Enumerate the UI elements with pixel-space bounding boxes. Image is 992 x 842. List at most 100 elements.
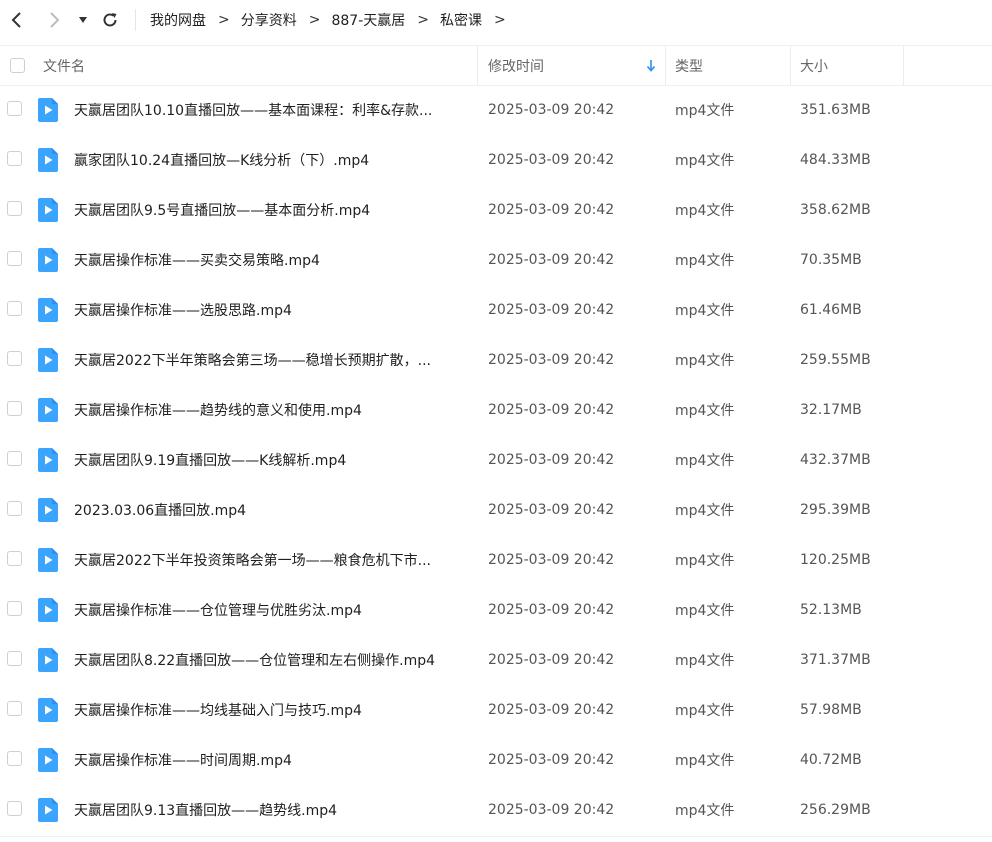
- file-modified-time: 2025-03-09 20:42: [488, 302, 615, 318]
- video-file-icon: [38, 698, 58, 722]
- video-file-icon: [38, 548, 58, 572]
- file-type: mp4文件: [675, 253, 735, 269]
- column-divider[interactable]: [790, 46, 791, 85]
- file-modified-time: 2025-03-09 20:42: [488, 602, 615, 618]
- file-type: mp4文件: [675, 653, 735, 669]
- file-row[interactable]: 天赢居团队8.22直播回放——仓位管理和左右侧操作.mp4 2025-03-09 …: [0, 635, 992, 685]
- file-type: mp4文件: [675, 553, 735, 569]
- file-modified-time: 2025-03-09 20:42: [488, 802, 615, 818]
- breadcrumb: 我的网盘 > 分享资料 > 887-天赢居 > 私密课 >: [150, 0, 517, 40]
- column-divider[interactable]: [903, 46, 904, 85]
- file-name[interactable]: 天赢居团队9.19直播回放——K线解析.mp4: [74, 435, 466, 485]
- file-row[interactable]: 天赢居操作标准——时间周期.mp4 2025-03-09 20:42 mp4文件 40…: [0, 735, 992, 785]
- file-name[interactable]: 天赢居操作标准——选股思路.mp4: [74, 285, 466, 335]
- file-row[interactable]: 天赢居操作标准——仓位管理与优胜劣汰.mp4 2025-03-09 20:42 mp…: [0, 585, 992, 635]
- file-name[interactable]: 天赢居2022下半年策略会第三场——稳增长预期扩散，...: [74, 335, 466, 385]
- column-header-type[interactable]: 类型: [675, 46, 703, 85]
- row-checkbox[interactable]: [7, 251, 22, 266]
- breadcrumb-item-folder[interactable]: 887-天赢居: [331, 10, 405, 30]
- file-name[interactable]: 天赢居操作标准——时间周期.mp4: [74, 735, 466, 785]
- breadcrumb-separator: >: [417, 12, 429, 28]
- refresh-button[interactable]: [99, 8, 121, 32]
- file-row[interactable]: 赢家团队10.24直播回放—K线分析（下）.mp4 2025-03-09 20:4…: [0, 135, 992, 185]
- file-size: 484.33MB: [800, 152, 871, 168]
- file-row[interactable]: 天赢居2022下半年投资策略会第一场——粮食危机下市... 2025-03-09 …: [0, 535, 992, 585]
- video-file-icon: [38, 448, 58, 472]
- column-divider[interactable]: [477, 46, 478, 85]
- row-checkbox[interactable]: [7, 201, 22, 216]
- row-checkbox[interactable]: [7, 651, 22, 666]
- file-type: mp4文件: [675, 603, 735, 619]
- select-all-checkbox-wrap: [10, 46, 25, 85]
- file-name[interactable]: 天赢居2022下半年投资策略会第一场——粮食危机下市...: [74, 535, 466, 585]
- file-list: 天赢居团队10.10直播回放——基本面课程：利率&存款... 2025-03-09…: [0, 85, 992, 835]
- column-header-modified[interactable]: 修改时间: [488, 46, 544, 85]
- file-row[interactable]: 天赢居操作标准——选股思路.mp4 2025-03-09 20:42 mp4文件 61…: [0, 285, 992, 335]
- breadcrumb-item-current[interactable]: 私密课: [440, 10, 482, 30]
- video-file-icon: [38, 248, 58, 272]
- select-all-checkbox[interactable]: [10, 58, 25, 73]
- row-checkbox[interactable]: [7, 701, 22, 716]
- breadcrumb-separator: >: [218, 12, 230, 28]
- row-checkbox[interactable]: [7, 551, 22, 566]
- video-file-icon: [38, 648, 58, 672]
- column-divider[interactable]: [665, 46, 666, 85]
- back-button[interactable]: [5, 8, 27, 32]
- file-type: mp4文件: [675, 703, 735, 719]
- video-file-icon: [38, 598, 58, 622]
- file-size: 61.46MB: [800, 302, 862, 318]
- file-row[interactable]: 天赢居操作标准——买卖交易策略.mp4 2025-03-09 20:42 mp4文件…: [0, 235, 992, 285]
- file-name[interactable]: 天赢居团队8.22直播回放——仓位管理和左右侧操作.mp4: [74, 635, 466, 685]
- file-name[interactable]: 天赢居操作标准——均线基础入门与技巧.mp4: [74, 685, 466, 735]
- row-checkbox[interactable]: [7, 101, 22, 116]
- row-checkbox[interactable]: [7, 401, 22, 416]
- row-checkbox[interactable]: [7, 351, 22, 366]
- video-file-icon: [38, 298, 58, 322]
- row-checkbox[interactable]: [7, 601, 22, 616]
- breadcrumb-item-shared[interactable]: 分享资料: [241, 10, 297, 30]
- column-header-size[interactable]: 大小: [800, 46, 828, 85]
- file-size: 57.98MB: [800, 702, 862, 718]
- file-name[interactable]: 天赢居操作标准——趋势线的意义和使用.mp4: [74, 385, 466, 435]
- file-row[interactable]: 天赢居团队9.5号直播回放——基本面分析.mp4 2025-03-09 20:42…: [0, 185, 992, 235]
- file-modified-time: 2025-03-09 20:42: [488, 352, 615, 368]
- row-checkbox[interactable]: [7, 801, 22, 816]
- row-checkbox[interactable]: [7, 301, 22, 316]
- file-size: 295.39MB: [800, 502, 871, 518]
- file-row[interactable]: 天赢居团队9.19直播回放——K线解析.mp4 2025-03-09 20:42 m…: [0, 435, 992, 485]
- chevron-left-icon: [11, 12, 21, 28]
- row-checkbox[interactable]: [7, 451, 22, 466]
- file-name[interactable]: 天赢居操作标准——仓位管理与优胜劣汰.mp4: [74, 585, 466, 635]
- file-row[interactable]: 2023.03.06直播回放.mp4 2025-03-09 20:42 mp4文件 2…: [0, 485, 992, 535]
- file-name[interactable]: 天赢居操作标准——买卖交易策略.mp4: [74, 235, 466, 285]
- sort-desc-icon[interactable]: [646, 46, 656, 85]
- file-row[interactable]: 天赢居团队10.10直播回放——基本面课程：利率&存款... 2025-03-09…: [0, 85, 992, 135]
- file-type: mp4文件: [675, 753, 735, 769]
- breadcrumb-item-root[interactable]: 我的网盘: [150, 10, 206, 30]
- file-modified-time: 2025-03-09 20:42: [488, 152, 615, 168]
- file-name[interactable]: 赢家团队10.24直播回放—K线分析（下）.mp4: [74, 135, 466, 185]
- file-row[interactable]: 天赢居操作标准——趋势线的意义和使用.mp4 2025-03-09 20:42 mp…: [0, 385, 992, 435]
- forward-button[interactable]: [44, 8, 66, 32]
- file-size: 259.55MB: [800, 352, 871, 368]
- file-name[interactable]: 天赢居团队9.13直播回放——趋势线.mp4: [74, 785, 466, 835]
- history-dropdown-button[interactable]: [76, 8, 90, 32]
- file-row[interactable]: 天赢居团队9.13直播回放——趋势线.mp4 2025-03-09 20:42 mp…: [0, 785, 992, 835]
- file-name[interactable]: 天赢居团队10.10直播回放——基本面课程：利率&存款...: [74, 85, 466, 135]
- column-header-name[interactable]: 文件名: [43, 46, 85, 85]
- file-modified-time: 2025-03-09 20:42: [488, 502, 615, 518]
- video-file-icon: [38, 98, 58, 122]
- file-row[interactable]: 天赢居操作标准——均线基础入门与技巧.mp4 2025-03-09 20:42 mp…: [0, 685, 992, 735]
- row-checkbox[interactable]: [7, 151, 22, 166]
- video-file-icon: [38, 398, 58, 422]
- file-modified-time: 2025-03-09 20:42: [488, 452, 615, 468]
- file-size: 358.62MB: [800, 202, 871, 218]
- file-name[interactable]: 2023.03.06直播回放.mp4: [74, 485, 466, 535]
- file-size: 120.25MB: [800, 552, 871, 568]
- chevron-right-icon: [50, 12, 60, 28]
- breadcrumb-separator: >: [308, 12, 321, 28]
- row-checkbox[interactable]: [7, 751, 22, 766]
- row-checkbox[interactable]: [7, 501, 22, 516]
- file-name[interactable]: 天赢居团队9.5号直播回放——基本面分析.mp4: [74, 185, 466, 235]
- file-row[interactable]: 天赢居2022下半年策略会第三场——稳增长预期扩散，... 2025-03-09 …: [0, 335, 992, 385]
